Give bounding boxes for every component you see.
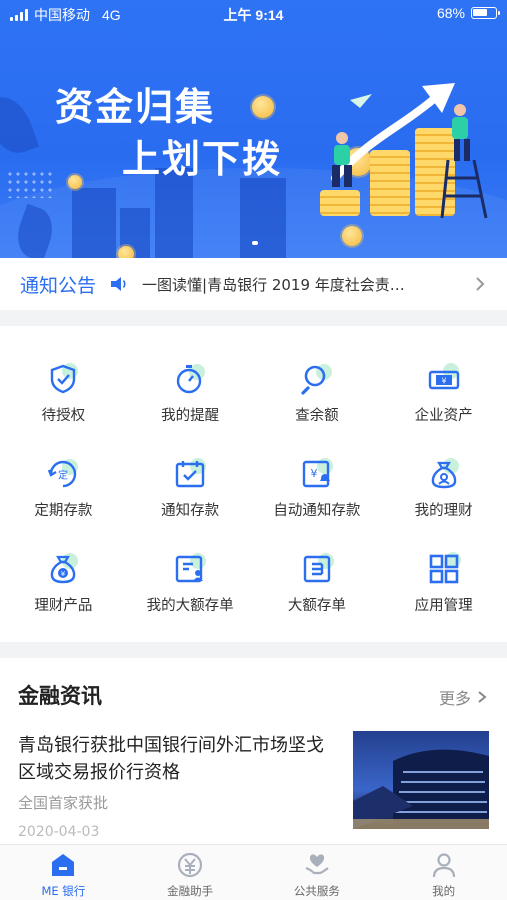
ladder-person-icon bbox=[440, 104, 488, 219]
bank-home-icon bbox=[49, 851, 77, 879]
wealth-bag-icon bbox=[427, 457, 461, 491]
large-cd-icon bbox=[300, 552, 334, 586]
tab-item-label: ME 银行 bbox=[41, 884, 86, 898]
person-icon bbox=[430, 851, 458, 879]
large-cd-person-icon bbox=[173, 552, 207, 586]
banner-slogan-line1: 资金归集 bbox=[55, 85, 216, 129]
service-item[interactable]: ¥ 企业资产 bbox=[380, 354, 507, 449]
svg-text:¥: ¥ bbox=[441, 377, 446, 386]
tab-item-label: 我的 bbox=[432, 884, 456, 898]
tab-item[interactable]: 金融助手 bbox=[127, 845, 254, 900]
news-date: 2020-04-03 bbox=[18, 824, 100, 840]
notice-text[interactable]: 一图读懂|青岛银行 2019 年度社会责… bbox=[142, 274, 452, 295]
service-item-label: 待授权 bbox=[41, 408, 86, 424]
service-grid-card: 待授权 我的提醒 查余额 ¥ 企业资产定定期存款 通知存款 ¥ 自动通知存款 我的理财 ¥ 理财产品… bbox=[0, 326, 507, 642]
notice-title: 通知公告 bbox=[20, 274, 97, 297]
service-item[interactable]: 待授权 bbox=[0, 354, 127, 449]
news-section-title: 金融资讯 bbox=[18, 684, 102, 708]
chevron-right-icon bbox=[478, 691, 487, 703]
status-bar: 中国移动 4G 上午 9:14 68% bbox=[0, 0, 507, 28]
tab-item-label: 金融助手 bbox=[167, 884, 214, 898]
news-subtitle: 全国首家获批 bbox=[18, 794, 109, 812]
banner-page-indicator bbox=[252, 241, 258, 245]
service-item-label: 我的大额存单 bbox=[146, 598, 234, 614]
promo-banner[interactable]: 资金归集 上划下拨 bbox=[0, 0, 507, 258]
auto-notice-deposit-icon: ¥ bbox=[300, 457, 334, 491]
service-item[interactable]: 我的理财 bbox=[380, 449, 507, 544]
news-headline[interactable]: 青岛银行获批中国银行间外汇市场坚戈区域交易报价行资格 bbox=[18, 732, 338, 786]
service-item-label: 理财产品 bbox=[34, 598, 93, 614]
service-item-label: 通知存款 bbox=[161, 503, 220, 519]
banner-building bbox=[240, 178, 286, 258]
service-item-label: 大额存单 bbox=[287, 598, 346, 614]
service-grid: 待授权 我的提醒 查余额 ¥ 企业资产定定期存款 通知存款 ¥ 自动通知存款 我的理财 ¥ 理财产品… bbox=[0, 354, 507, 639]
calendar-check-icon bbox=[173, 457, 207, 491]
fixed-deposit-icon: 定 bbox=[46, 457, 80, 491]
tab-item[interactable]: 公共服务 bbox=[254, 845, 381, 900]
svg-text:定: 定 bbox=[58, 469, 68, 482]
service-item-label: 自动通知存款 bbox=[273, 503, 361, 519]
service-item[interactable]: 定定期存款 bbox=[0, 449, 127, 544]
news-thumbnail[interactable] bbox=[353, 731, 489, 829]
tab-item[interactable]: 我的 bbox=[380, 845, 507, 900]
service-item-label: 我的理财 bbox=[414, 503, 473, 519]
more-label: 更多 bbox=[438, 689, 471, 708]
banner-slogan-line2: 上划下拨 bbox=[122, 137, 283, 181]
service-item[interactable]: 大额存单 bbox=[254, 544, 381, 639]
service-item[interactable]: ¥ 理财产品 bbox=[0, 544, 127, 639]
tab-item[interactable]: ME 银行 bbox=[0, 845, 127, 900]
banner-building bbox=[72, 188, 116, 258]
service-item[interactable]: 我的大额存单 bbox=[127, 544, 254, 639]
coin-stack bbox=[320, 190, 360, 216]
heart-hand-icon bbox=[303, 851, 331, 879]
tab-item-label: 公共服务 bbox=[293, 884, 340, 898]
notice-bar[interactable]: 通知公告 一图读懂|青岛银行 2019 年度社会责… bbox=[0, 258, 507, 310]
more-link[interactable]: 更多 bbox=[439, 685, 487, 709]
stopwatch-icon bbox=[173, 362, 207, 396]
shield-check-icon bbox=[46, 362, 80, 396]
service-item[interactable]: 查余额 bbox=[254, 354, 381, 449]
battery-icon bbox=[471, 7, 500, 19]
banner-dots-decoration bbox=[6, 170, 54, 198]
app-grid-icon bbox=[427, 552, 461, 586]
battery-percent: 68% bbox=[436, 5, 465, 21]
coin-icon bbox=[118, 246, 134, 258]
yuan-coin-icon bbox=[176, 851, 204, 879]
chevron-right-icon[interactable] bbox=[471, 275, 489, 293]
service-item[interactable]: 通知存款 bbox=[127, 449, 254, 544]
coin-icon bbox=[252, 96, 274, 118]
news-section: 金融资讯 更多 青岛银行获批中国银行间外汇市场坚戈区域交易报价行资格 全国首家获… bbox=[0, 658, 507, 844]
service-item-label: 定期存款 bbox=[34, 503, 93, 519]
service-item-label: 我的提醒 bbox=[161, 408, 220, 424]
clock: 上午 9:14 bbox=[223, 7, 284, 23]
service-item[interactable]: ¥ 自动通知存款 bbox=[254, 449, 381, 544]
app-root: 资金归集 上划下拨 中国移动 4G 上午 9:14 68% 通知公告 一图读懂|… bbox=[0, 0, 507, 900]
svg-text:¥: ¥ bbox=[310, 467, 317, 480]
service-item[interactable]: 应用管理 bbox=[380, 544, 507, 639]
banknote-icon: ¥ bbox=[427, 362, 461, 396]
magnifier-icon bbox=[300, 362, 334, 396]
service-item-label: 查余额 bbox=[295, 408, 339, 424]
service-item-label: 应用管理 bbox=[414, 598, 473, 614]
service-item-label: 企业资产 bbox=[414, 408, 473, 424]
svg-text:¥: ¥ bbox=[61, 570, 66, 578]
person-figure-icon bbox=[332, 132, 352, 187]
money-bag-icon: ¥ bbox=[46, 552, 80, 586]
coin-icon bbox=[68, 175, 82, 189]
speaker-icon bbox=[111, 277, 126, 291]
tab-bar: ME 银行 金融助手 公共服务 我的 bbox=[0, 844, 507, 900]
building-photo-icon bbox=[353, 731, 489, 829]
banner-leaf-decoration bbox=[0, 89, 40, 161]
service-item[interactable]: 我的提醒 bbox=[127, 354, 254, 449]
coin-icon bbox=[342, 226, 362, 246]
